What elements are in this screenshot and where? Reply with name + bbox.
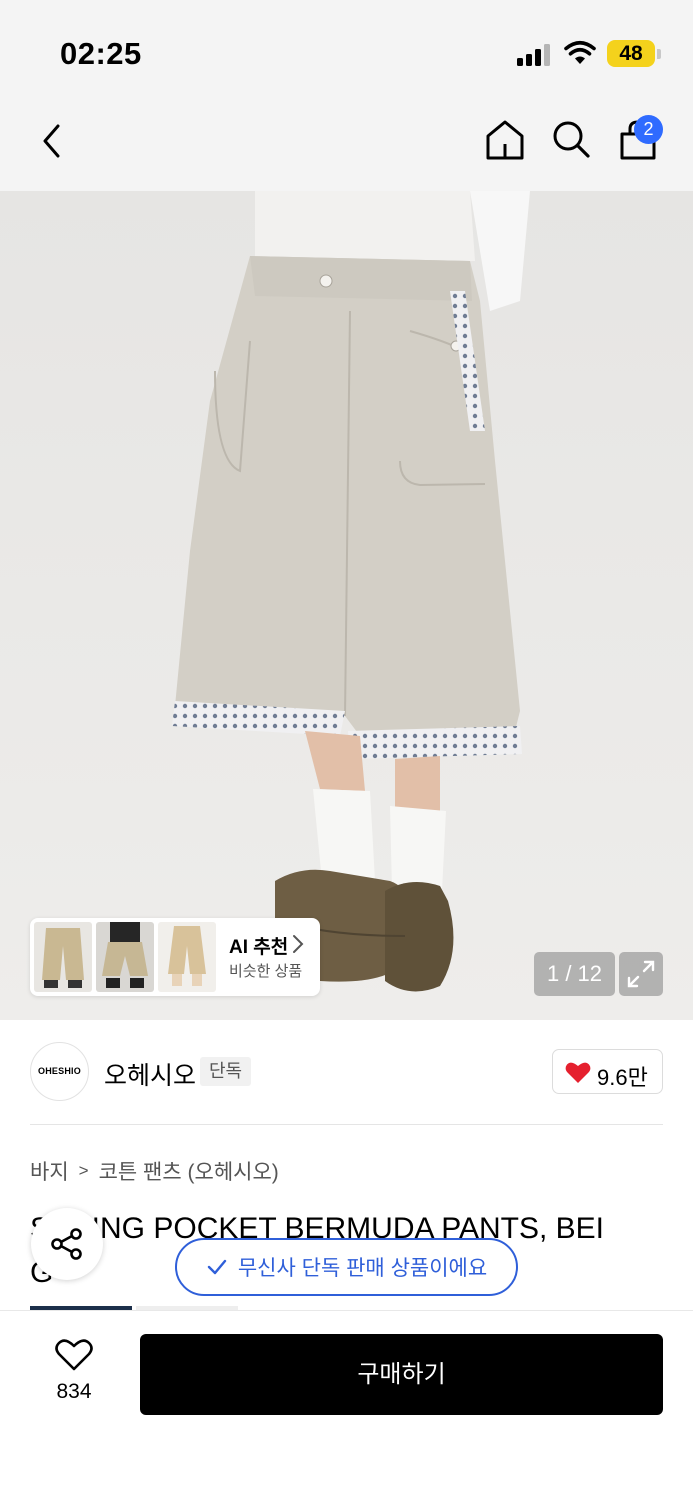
image-counter: 1 / 12 bbox=[534, 952, 615, 996]
buy-button[interactable]: 구매하기 bbox=[140, 1334, 663, 1415]
brand-logo[interactable]: OHESHIO bbox=[30, 1042, 89, 1101]
ai-thumbnail[interactable] bbox=[96, 922, 154, 992]
cart-badge: 2 bbox=[634, 115, 663, 144]
heart-outline-icon bbox=[55, 1339, 93, 1371]
ai-thumbnail[interactable] bbox=[34, 922, 92, 992]
chevron-right-icon: > bbox=[78, 1161, 89, 1180]
exclusive-banner-text: 무신사 단독 판매 상품이에요 bbox=[237, 1257, 488, 1280]
brand-like-button[interactable]: 9.6만 bbox=[552, 1049, 663, 1094]
wifi-icon bbox=[564, 40, 596, 64]
wishlist-count: 834 bbox=[56, 1380, 92, 1403]
ai-recommend-card[interactable]: AI 추천 비슷한 상품 bbox=[30, 918, 320, 996]
heart-icon bbox=[565, 1062, 591, 1083]
status-bar: 02:25 48 bbox=[0, 0, 693, 100]
ai-recommend-subtitle: 비슷한 상품 bbox=[229, 963, 303, 980]
signal-icon bbox=[517, 44, 551, 66]
chevron-left-icon[interactable] bbox=[38, 121, 68, 161]
product-photo bbox=[0, 191, 693, 1020]
status-time: 02:25 bbox=[60, 36, 142, 71]
expand-button[interactable] bbox=[619, 952, 663, 996]
brand-like-count: 9.6만 bbox=[597, 1065, 648, 1090]
ai-recommend-title: AI 추천 bbox=[229, 937, 289, 958]
expand-icon bbox=[627, 960, 655, 988]
breadcrumb: 바지 > 코튼 팬츠 (오헤시오) bbox=[30, 1156, 279, 1186]
brand-name[interactable]: 오헤시오 bbox=[104, 1056, 196, 1092]
product-image[interactable] bbox=[0, 191, 693, 1020]
exclusive-banner: 무신사 단독 판매 상품이에요 bbox=[175, 1238, 518, 1296]
ai-thumbnail[interactable] bbox=[158, 922, 216, 992]
check-icon bbox=[207, 1259, 227, 1275]
wishlist-button[interactable]: 834 bbox=[40, 1336, 108, 1410]
share-button[interactable] bbox=[31, 1208, 103, 1280]
divider bbox=[30, 1124, 663, 1125]
home-icon[interactable] bbox=[484, 118, 526, 162]
exclusive-tag: 단독 bbox=[200, 1057, 251, 1086]
breadcrumb-level2[interactable]: 코튼 팬츠 (오헤시오) bbox=[99, 1156, 279, 1186]
battery-tip bbox=[657, 49, 661, 59]
share-icon bbox=[51, 1228, 82, 1260]
chevron-right-icon bbox=[293, 935, 304, 953]
search-icon[interactable] bbox=[550, 118, 592, 162]
breadcrumb-level1[interactable]: 바지 bbox=[30, 1156, 69, 1186]
battery-indicator: 48 bbox=[607, 40, 655, 67]
